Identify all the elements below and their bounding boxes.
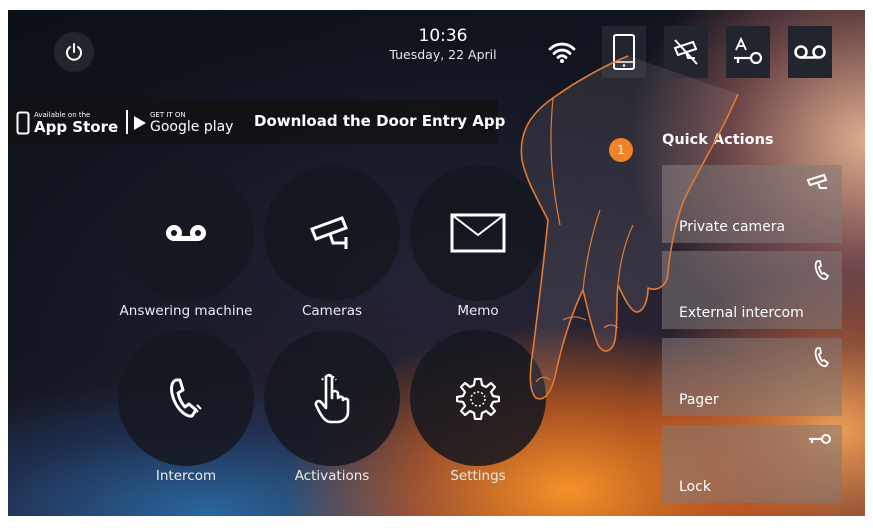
pointing-hand-illustration	[520, 55, 739, 400]
callout-badge: 1	[609, 138, 633, 162]
device-screen: 10:36 Tuesday, 22 April Available on the…	[8, 10, 865, 516]
